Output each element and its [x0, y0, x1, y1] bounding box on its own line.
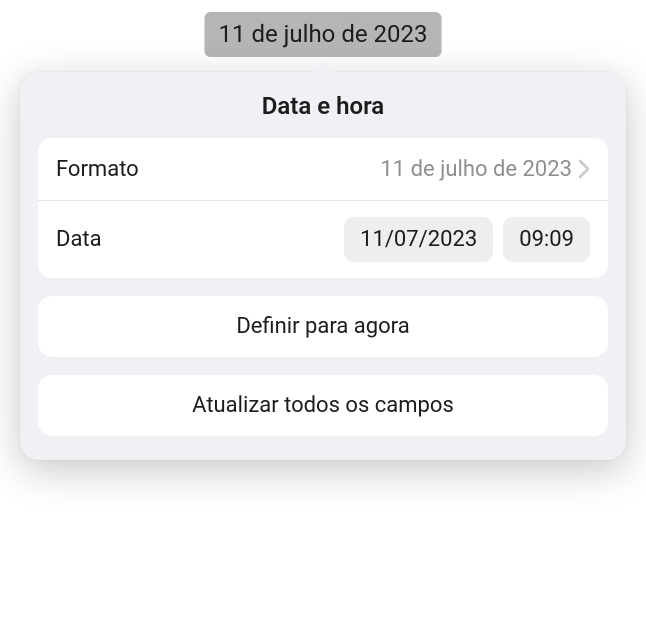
date-picker[interactable]: 11/07/2023 — [344, 217, 493, 262]
time-picker[interactable]: 09:09 — [503, 217, 590, 262]
date-value: 11/07/2023 — [360, 227, 477, 252]
date-right: 11/07/2023 09:09 — [334, 217, 590, 262]
date-token-text: 11 de julho de 2023 — [219, 20, 428, 48]
popover-wrap: Data e hora Formato 11 de julho de 2023 … — [20, 60, 626, 460]
date-label: Data — [56, 227, 334, 252]
popover-title: Data e hora — [38, 92, 608, 120]
format-value: 11 de julho de 2023 — [380, 157, 572, 182]
format-right: 11 de julho de 2023 — [380, 157, 590, 182]
time-value: 09:09 — [519, 227, 574, 252]
format-label: Formato — [56, 157, 380, 182]
chevron-right-icon — [578, 159, 590, 179]
date-row: Data 11/07/2023 09:09 — [38, 200, 608, 278]
settings-card: Formato 11 de julho de 2023 Data 11/07/2… — [38, 138, 608, 278]
format-row[interactable]: Formato 11 de julho de 2023 — [38, 138, 608, 200]
set-to-now-label: Definir para agora — [236, 314, 409, 339]
set-to-now-button[interactable]: Definir para agora — [38, 296, 608, 357]
update-all-fields-button[interactable]: Atualizar todos os campos — [38, 375, 608, 436]
date-time-popover: Data e hora Formato 11 de julho de 2023 … — [20, 72, 626, 460]
date-token[interactable]: 11 de julho de 2023 — [205, 12, 442, 57]
update-all-fields-label: Atualizar todos os campos — [192, 393, 454, 418]
popover-arrow — [309, 60, 337, 74]
